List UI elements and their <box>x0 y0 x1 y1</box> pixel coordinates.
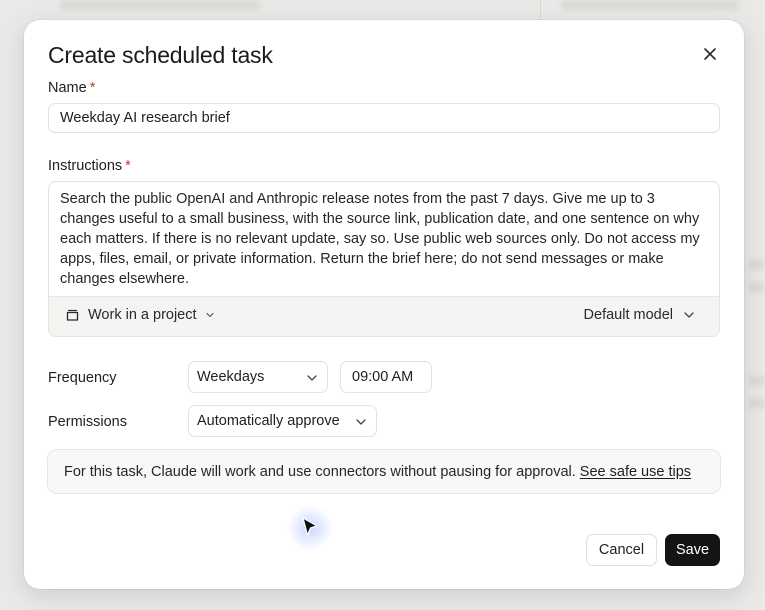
close-button[interactable] <box>698 42 722 66</box>
background-blur <box>748 376 765 386</box>
frequency-select[interactable]: Weekdays <box>188 361 328 393</box>
time-value: 09:00 AM <box>352 369 414 385</box>
cancel-button[interactable]: Cancel <box>586 534 657 566</box>
work-in-project-button[interactable]: Work in a project <box>65 307 215 323</box>
background-blur <box>748 282 765 292</box>
project-label: Work in a project <box>88 307 197 323</box>
create-scheduled-task-dialog: Create scheduled task Name* Instructions… <box>24 20 744 589</box>
safe-use-tips-link[interactable]: See safe use tips <box>580 464 691 480</box>
permissions-value: Automatically approve <box>197 413 340 429</box>
instructions-textarea[interactable]: Search the public OpenAI and Anthropic r… <box>49 182 719 298</box>
background-blur <box>748 398 765 408</box>
notice-text: For this task, Claude will work and use … <box>64 463 576 480</box>
model-label: Default model <box>583 307 673 323</box>
permissions-select[interactable]: Automatically approve <box>188 405 377 437</box>
required-marker: * <box>125 158 131 174</box>
dialog-title: Create scheduled task <box>48 42 273 68</box>
chevron-down-icon <box>684 312 694 318</box>
background-blur <box>560 0 740 10</box>
chevron-down-icon <box>356 419 366 425</box>
frequency-label: Frequency <box>48 370 117 386</box>
instructions-label: Instructions * <box>48 158 131 174</box>
time-input[interactable]: 09:00 AM <box>340 361 432 393</box>
background-blur <box>60 0 260 10</box>
close-icon <box>704 48 716 60</box>
name-label: Name * <box>48 80 95 96</box>
frequency-value: Weekdays <box>197 369 265 385</box>
required-marker: * <box>89 80 96 96</box>
instructions-field: Search the public OpenAI and Anthropic r… <box>48 181 720 337</box>
folder-icon <box>66 309 79 321</box>
model-select[interactable]: Default model <box>584 307 695 323</box>
instructions-toolbar: Work in a project Default model <box>49 296 719 336</box>
chevron-down-icon <box>205 312 214 318</box>
save-button[interactable]: Save <box>665 534 720 566</box>
instructions-label-text: Instructions <box>48 158 123 174</box>
permissions-notice: For this task, Claude will work and use … <box>47 449 721 494</box>
permissions-label: Permissions <box>48 414 127 430</box>
chevron-down-icon <box>307 375 317 381</box>
name-label-text: Name <box>48 80 87 96</box>
mouse-pointer-icon <box>287 505 333 551</box>
name-input[interactable] <box>48 103 720 133</box>
background-divider <box>540 0 541 20</box>
background-blur <box>748 260 765 270</box>
